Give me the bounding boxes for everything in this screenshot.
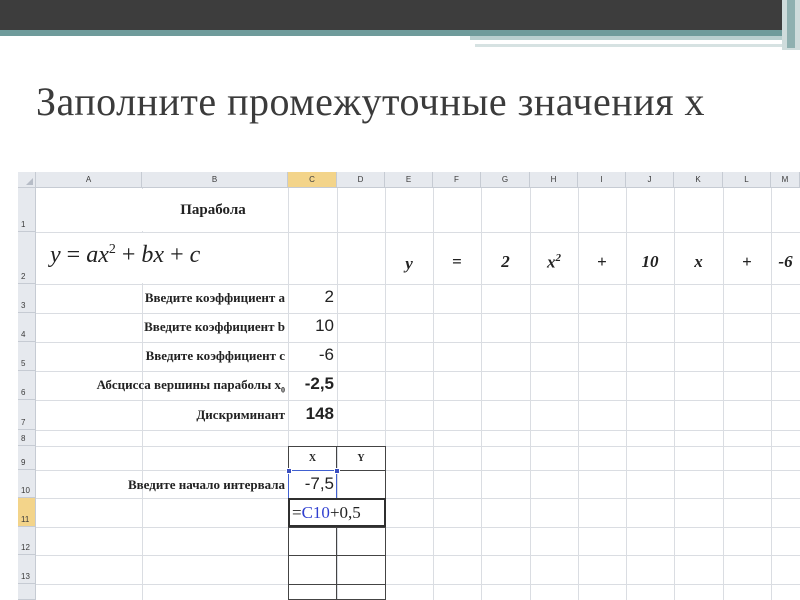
gridline xyxy=(36,400,800,401)
top-decor-line-2 xyxy=(475,44,800,47)
equation-plus-2[interactable]: + xyxy=(723,252,771,272)
gridline xyxy=(723,188,724,600)
row-header-5[interactable]: 5 xyxy=(18,342,36,371)
gridline xyxy=(36,470,800,471)
value-vertex[interactable]: -2,5 xyxy=(288,374,334,394)
equation-x-squared[interactable]: x2 xyxy=(530,252,578,273)
gridline xyxy=(36,446,800,447)
slide-title: Заполните промежуточные значения х xyxy=(36,79,706,124)
xy-table-line xyxy=(288,584,386,585)
column-header-a[interactable]: A xyxy=(36,172,142,188)
equation-plus-1[interactable]: + xyxy=(578,252,626,272)
column-header-d[interactable]: D xyxy=(337,172,385,188)
column-header-c[interactable]: C xyxy=(288,172,337,188)
column-header-h[interactable]: H xyxy=(530,172,578,188)
row-header-12[interactable]: 12 xyxy=(18,527,36,555)
label-coef-b: Введите коэффициент b xyxy=(144,319,285,334)
equation-c-value[interactable]: -6 xyxy=(771,252,800,272)
table-header-y: Y xyxy=(357,453,365,464)
gridline xyxy=(36,342,800,343)
cell-edit-formula[interactable]: =C10+0,5 xyxy=(292,503,361,523)
row-header-14[interactable] xyxy=(18,584,36,600)
equation-x[interactable]: x xyxy=(674,252,723,272)
label-vertex: Абсцисса вершины параболы x0 xyxy=(96,377,285,395)
row-header-2[interactable]: 2 xyxy=(18,232,36,284)
top-decor-bar xyxy=(0,0,800,30)
column-header-f[interactable]: F xyxy=(433,172,481,188)
label-coef-a: Введите коэффициент а xyxy=(144,290,285,305)
column-header-m[interactable]: M xyxy=(771,172,800,188)
row-header-1[interactable]: 1 xyxy=(18,188,36,232)
row-header-9[interactable]: 9 xyxy=(18,446,36,470)
value-discriminant[interactable]: 148 xyxy=(288,404,334,424)
equation-equals[interactable]: = xyxy=(433,252,481,272)
value-coef-a[interactable]: 2 xyxy=(288,287,334,307)
row-header-3[interactable]: 3 xyxy=(18,284,36,313)
equation-y[interactable]: y xyxy=(385,254,433,274)
xy-table-line xyxy=(288,527,386,528)
select-all-button[interactable] xyxy=(18,172,36,188)
column-header-b[interactable]: B xyxy=(142,172,288,188)
column-header-l[interactable]: L xyxy=(723,172,771,188)
equation-b-value[interactable]: 10 xyxy=(626,252,674,272)
column-header-j[interactable]: J xyxy=(626,172,674,188)
gridline xyxy=(36,555,800,556)
gridline xyxy=(36,313,800,314)
label-interval-start: Введите начало интервала xyxy=(127,477,285,492)
gridline xyxy=(578,188,579,600)
value-coef-c[interactable]: -6 xyxy=(288,345,334,365)
gridline xyxy=(530,188,531,600)
gridline xyxy=(36,527,800,528)
ref-handle-topright[interactable] xyxy=(334,468,340,474)
sheet-title: Парабола xyxy=(180,202,246,218)
row-header-11[interactable]: 11 xyxy=(18,498,36,527)
row-header-6[interactable]: 6 xyxy=(18,371,36,400)
table-header-x: X xyxy=(308,453,317,464)
label-discriminant: Дискриминант xyxy=(196,407,285,422)
row-header-8[interactable]: 8 xyxy=(18,430,36,446)
gridline xyxy=(481,188,482,600)
spreadsheet[interactable]: A B C D E F G H I J K L M 1 2 3 4 5 6 7 … xyxy=(18,172,800,600)
column-header-k[interactable]: K xyxy=(674,172,723,188)
column-header-g[interactable]: G xyxy=(481,172,530,188)
row-header-10[interactable]: 10 xyxy=(18,470,36,498)
row-header-13[interactable]: 13 xyxy=(18,555,36,584)
top-decor-corner-inner xyxy=(787,0,795,48)
value-coef-b[interactable]: 10 xyxy=(288,316,334,336)
value-interval-start[interactable]: -7,5 xyxy=(288,474,334,494)
column-header-e[interactable]: E xyxy=(385,172,433,188)
ref-handle-topleft[interactable] xyxy=(286,468,292,474)
gridline xyxy=(674,188,675,600)
row-header-7[interactable]: 7 xyxy=(18,400,36,430)
gridline xyxy=(626,188,627,600)
gridline xyxy=(36,284,800,285)
equation-a-value[interactable]: 2 xyxy=(481,252,530,272)
column-header-i[interactable]: I xyxy=(578,172,626,188)
xy-table-line xyxy=(288,555,386,556)
gridline xyxy=(433,188,434,600)
gridline xyxy=(36,371,800,372)
label-coef-c: Введите коэффициент с xyxy=(145,348,285,363)
gridline xyxy=(36,498,800,499)
gridline xyxy=(36,430,800,431)
top-decor-line xyxy=(470,36,800,40)
gridline xyxy=(36,584,800,585)
parabola-formula: y = ax2 + bx + c xyxy=(50,242,201,268)
select-all-icon xyxy=(26,178,33,185)
gridline xyxy=(771,188,772,600)
row-header-4[interactable]: 4 xyxy=(18,313,36,342)
